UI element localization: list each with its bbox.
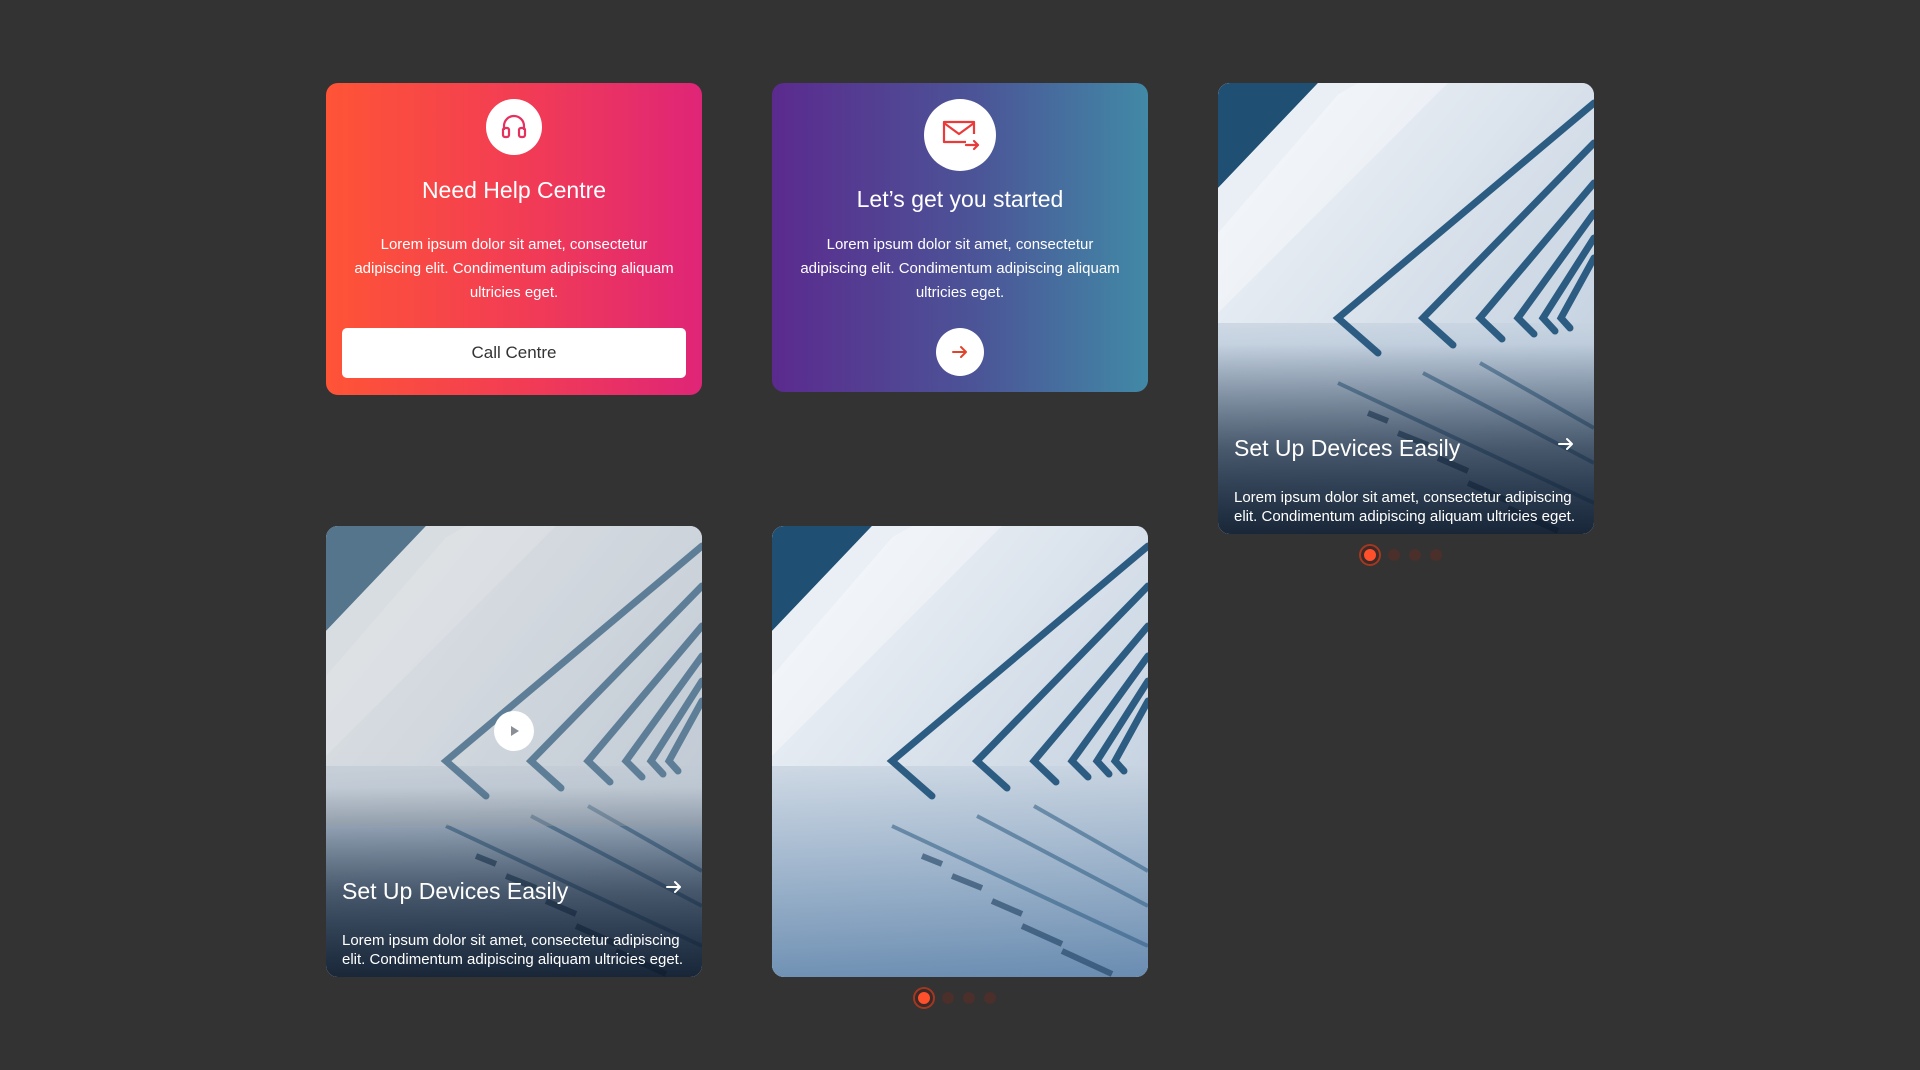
image-card-title: Set Up Devices Easily [1234, 435, 1461, 461]
get-started-card: Let’s get you started Lorem ipsum dolor … [772, 83, 1148, 392]
image-only-card[interactable] [772, 526, 1148, 977]
carousel-dots [915, 989, 996, 1007]
play-icon [511, 726, 519, 736]
image-card-text: Lorem ipsum dolor sit amet, consectetur … [1234, 489, 1576, 525]
started-card-text: Lorem ipsum dolor sit amet, consectetur … [800, 236, 1120, 301]
setup-devices-card[interactable]: Set Up Devices Easily Lorem ipsum dolor … [1218, 83, 1594, 534]
help-card-title: Need Help Centre [421, 177, 607, 203]
play-button[interactable] [494, 711, 534, 751]
carousel-dot[interactable] [984, 992, 996, 1004]
get-started-arrow-button[interactable] [936, 328, 984, 376]
setup-devices-video-card[interactable]: Set Up Devices Easily Lorem ipsum dolor … [326, 526, 702, 977]
carousel-dots [1361, 546, 1442, 564]
image-card-arrow[interactable] [662, 875, 686, 899]
carousel-dot-active[interactable] [1361, 546, 1379, 564]
arrow-right-icon [666, 881, 681, 893]
carousel-dot[interactable] [1388, 549, 1400, 561]
carousel-dot[interactable] [1409, 549, 1421, 561]
help-card-text: Lorem ipsum dolor sit amet, consectetur … [354, 236, 674, 301]
image-card-text: Lorem ipsum dolor sit amet, consectetur … [342, 932, 684, 968]
carousel-dot[interactable] [1430, 549, 1442, 561]
carousel-dot[interactable] [942, 992, 954, 1004]
call-centre-button[interactable]: Call Centre [342, 328, 686, 378]
architecture-image [772, 526, 1148, 977]
image-card-title: Set Up Devices Easily [342, 878, 569, 904]
mail-forward-icon [942, 120, 980, 151]
carousel-dot[interactable] [963, 992, 975, 1004]
mail-icon-circle [924, 99, 996, 171]
carousel-dot-active[interactable] [915, 989, 933, 1007]
image-card-arrow[interactable] [1554, 432, 1578, 456]
started-card-title: Let’s get you started [856, 186, 1064, 212]
help-centre-card: Need Help Centre Lorem ipsum dolor sit a… [326, 83, 702, 395]
arrow-right-icon [952, 346, 967, 358]
headset-icon-circle [486, 99, 542, 155]
arrow-right-icon [1558, 438, 1573, 450]
headset-icon [501, 114, 527, 139]
